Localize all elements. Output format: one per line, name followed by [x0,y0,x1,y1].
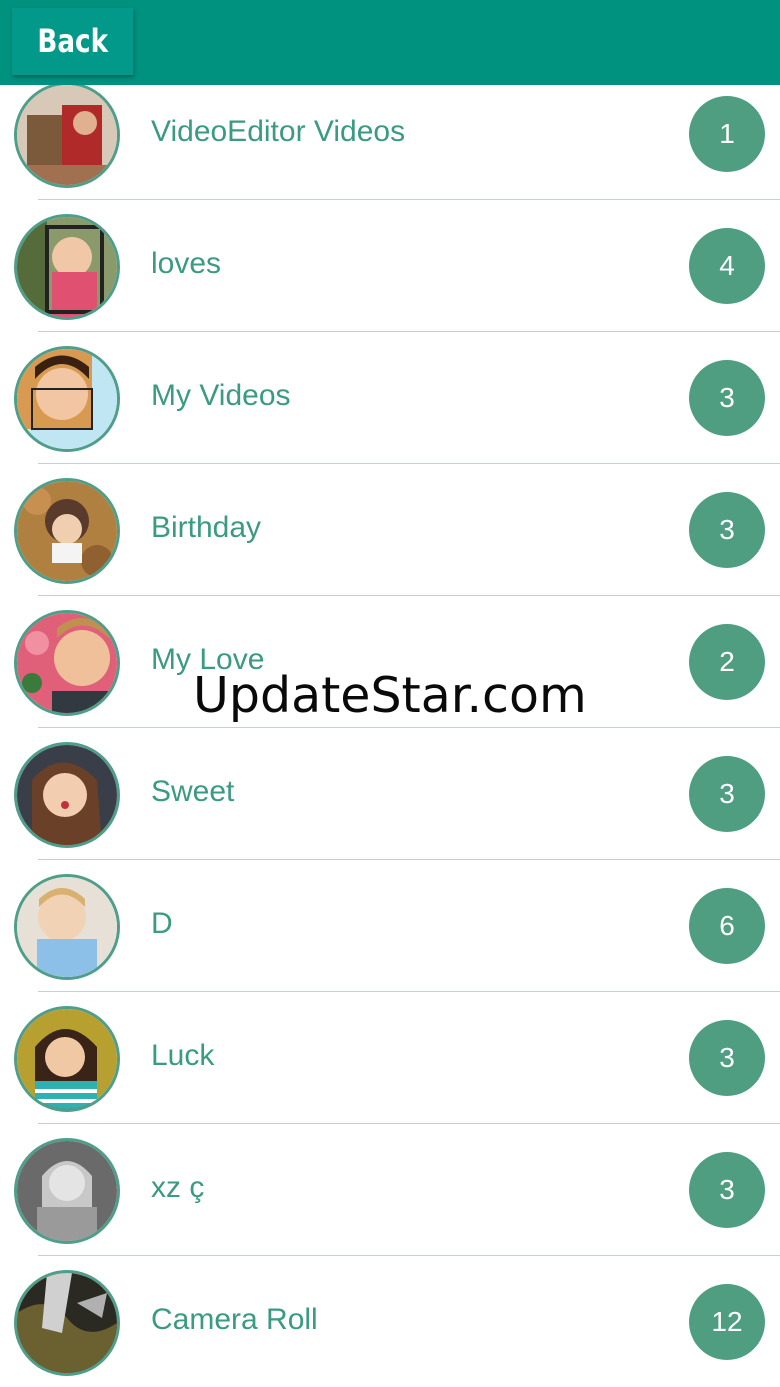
album-thumbnail-icon [14,1138,120,1244]
album-row-videoeditor-videos[interactable]: VideoEditor Videos 1 [0,68,780,200]
item-count-badge: 2 [689,624,765,700]
album-name: Luck [151,1039,215,1072]
item-count-badge: 6 [689,888,765,964]
item-count-badge: 3 [689,1152,765,1228]
top-bar: Back [0,0,780,85]
album-list-screen: Back VideoEditor Videos 1 loves 4 My Vid… [0,0,780,1387]
album-thumbnail-icon [14,1006,120,1112]
album-row-d[interactable]: D 6 [0,860,780,992]
album-thumbnail-icon [14,214,120,320]
back-button[interactable]: Back [12,8,134,75]
album-thumbnail-icon [14,874,120,980]
album-row-my-videos[interactable]: My Videos 3 [0,332,780,464]
album-row-loves[interactable]: loves 4 [0,200,780,332]
album-row-luck[interactable]: Luck 3 [0,992,780,1124]
item-count-badge: 3 [689,360,765,436]
album-thumbnail-icon [14,610,120,716]
album-name: xz ç [151,1171,205,1204]
album-name: My Love [151,643,265,676]
album-name: Birthday [151,511,262,544]
item-count-badge: 12 [689,1284,765,1360]
album-name: Camera Roll [151,1303,318,1336]
album-thumbnail-icon [14,346,120,452]
album-thumbnail-icon [14,742,120,848]
album-row-sweet[interactable]: Sweet 3 [0,728,780,860]
album-row-xz[interactable]: xz ç 3 [0,1124,780,1256]
album-list: VideoEditor Videos 1 loves 4 My Videos 3 [0,68,780,1387]
album-row-camera-roll[interactable]: Camera Roll 12 [0,1256,780,1387]
album-thumbnail-icon [14,1270,120,1376]
item-count-badge: 3 [689,492,765,568]
album-row-birthday[interactable]: Birthday 3 [0,464,780,596]
album-name: loves [151,247,222,280]
album-thumbnail-icon [14,82,120,188]
item-count-badge: 1 [689,96,765,172]
album-name: My Videos [151,379,291,412]
item-count-badge: 4 [689,228,765,304]
item-count-badge: 3 [689,756,765,832]
album-name: VideoEditor Videos [151,115,406,148]
album-name: Sweet [151,775,235,808]
album-name: D [151,907,173,940]
album-thumbnail-icon [14,478,120,584]
album-row-my-love[interactable]: My Love 2 [0,596,780,728]
item-count-badge: 3 [689,1020,765,1096]
